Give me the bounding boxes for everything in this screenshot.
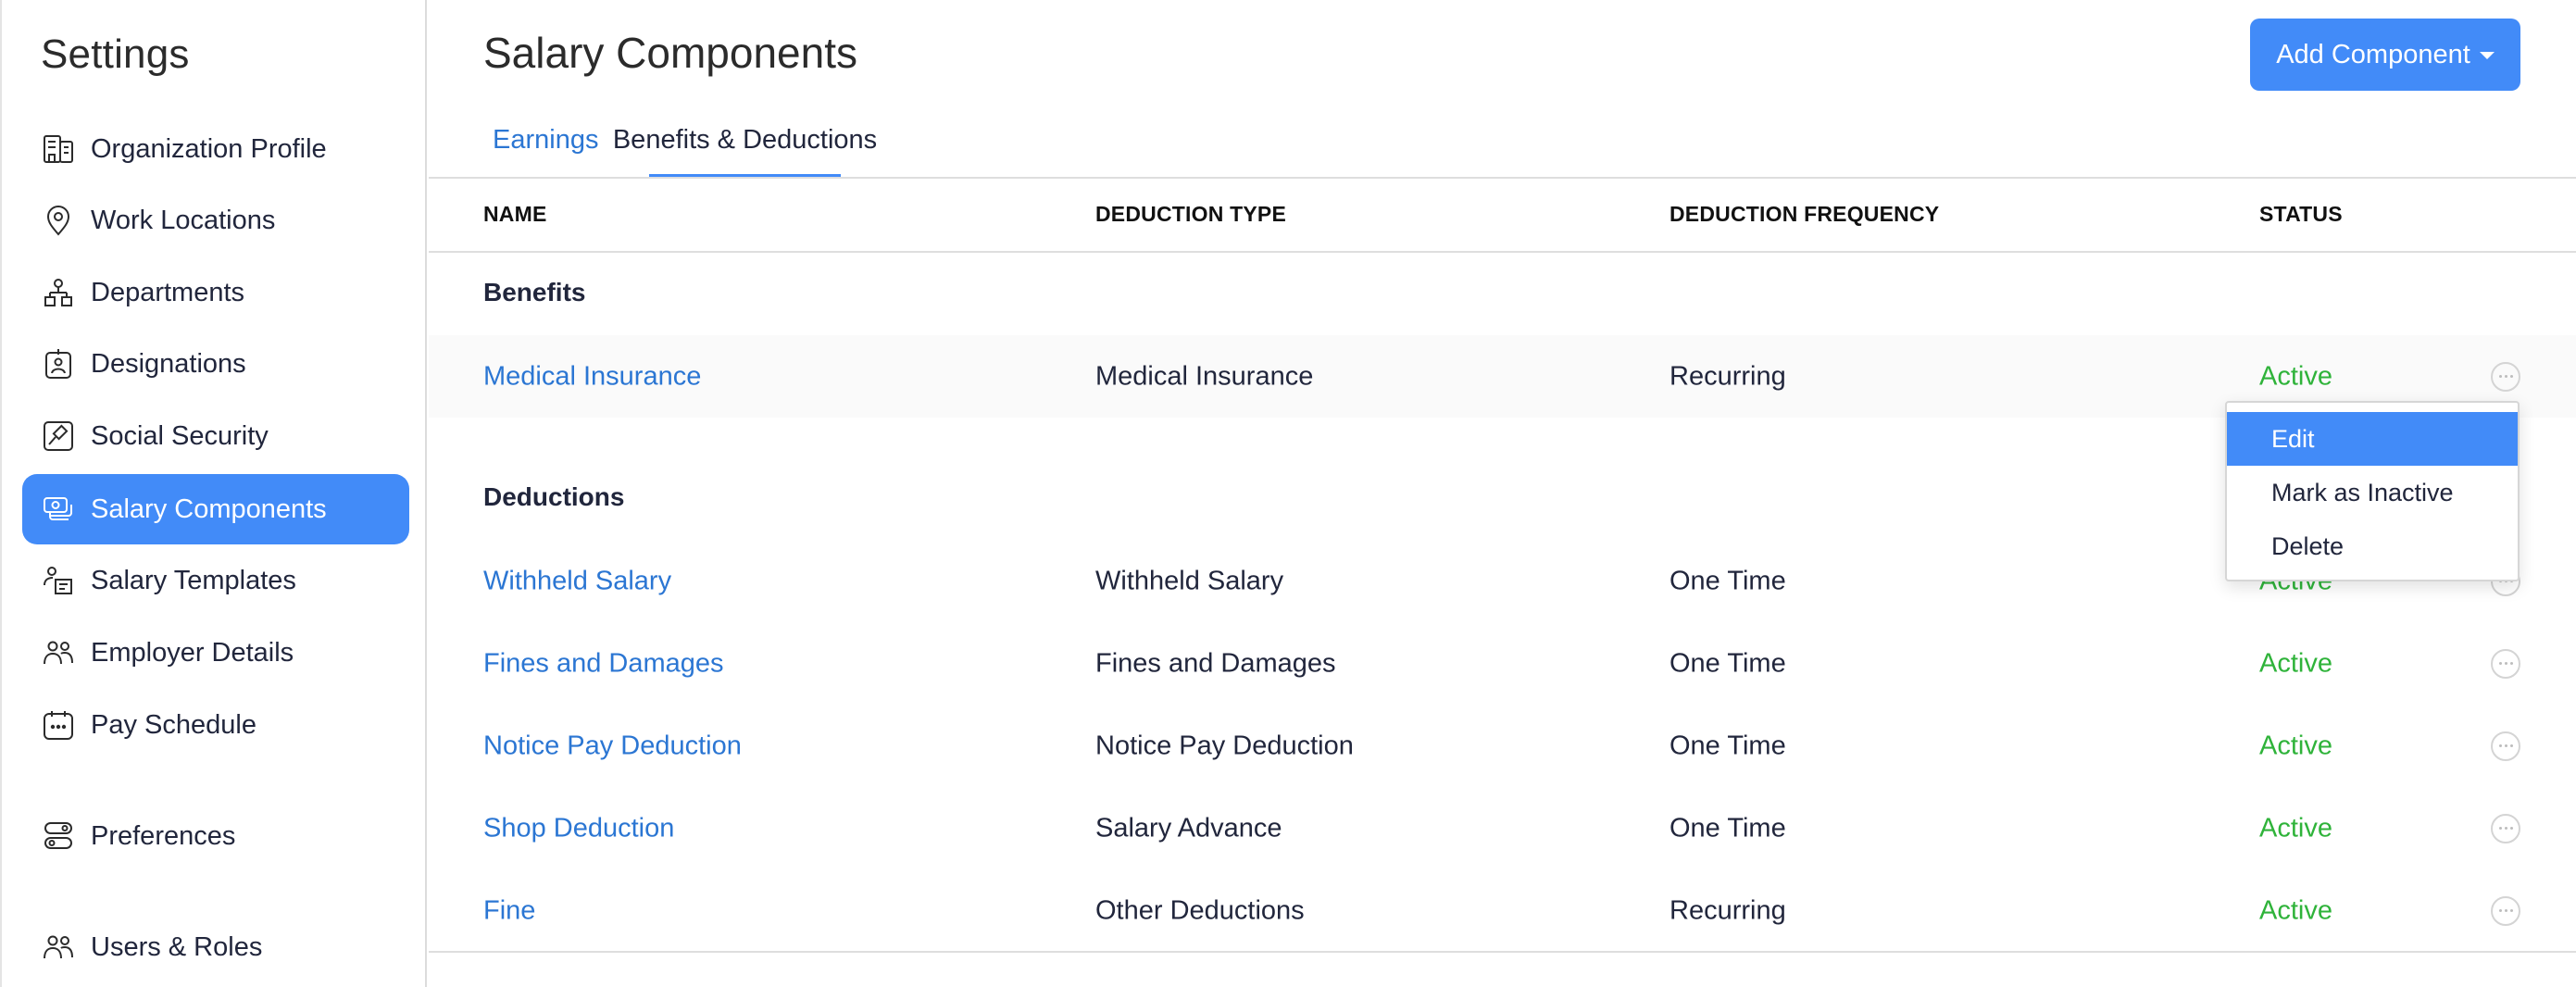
gavel-icon xyxy=(43,420,74,452)
org-chart-icon xyxy=(43,277,74,308)
table-row: Fine Other Deductions Recurring Active xyxy=(429,869,2576,952)
column-header-status: STATUS xyxy=(2259,202,2343,226)
column-header-deduction-type: DEDUCTION TYPE xyxy=(1095,202,1286,226)
toggles-icon xyxy=(43,820,74,852)
status-badge: Active xyxy=(2259,895,2332,925)
settings-sidebar: Settings Organization Profile Work Locat… xyxy=(0,0,427,987)
menu-item-edit[interactable]: Edit xyxy=(2227,412,2518,466)
add-component-button[interactable]: Add Component xyxy=(2250,19,2520,91)
calendar-icon xyxy=(43,709,74,741)
sidebar-item-work-locations[interactable]: Work Locations xyxy=(22,185,409,256)
page-title: Salary Components xyxy=(483,29,857,77)
sidebar-item-preferences[interactable]: Preferences xyxy=(22,801,409,871)
deduction-frequency: One Time xyxy=(1669,813,1786,843)
sidebar-item-users-roles[interactable]: Users & Roles xyxy=(22,912,409,982)
deduction-frequency: One Time xyxy=(1669,566,1786,595)
users-icon xyxy=(43,931,74,963)
component-name-link[interactable]: Notice Pay Deduction xyxy=(483,731,742,761)
main-content: Salary Components Add Component Earnings… xyxy=(429,0,2576,987)
caret-down-icon xyxy=(2479,52,2495,59)
deduction-frequency: One Time xyxy=(1669,731,1786,760)
id-badge-icon xyxy=(43,348,74,380)
section-label-benefits: Benefits xyxy=(483,278,586,306)
sidebar-item-label: Salary Components xyxy=(91,494,327,524)
sidebar-item-salary-templates[interactable]: Salary Templates xyxy=(22,545,409,616)
tab-benefits-deductions[interactable]: Benefits & Deductions xyxy=(613,120,877,178)
deduction-type: Other Deductions xyxy=(1095,895,1305,925)
sidebar-item-departments[interactable]: Departments xyxy=(22,257,409,328)
sidebar-item-label: Designations xyxy=(91,348,246,379)
row-more-options-button[interactable] xyxy=(2491,813,2520,843)
tab-earnings[interactable]: Earnings xyxy=(493,120,598,178)
add-component-label: Add Component xyxy=(2276,39,2470,69)
deduction-frequency: One Time xyxy=(1669,648,1786,678)
row-more-options-button[interactable] xyxy=(2491,648,2520,679)
table-header-divider xyxy=(429,251,2576,253)
deduction-type: Notice Pay Deduction xyxy=(1095,731,1354,760)
table-row: Shop Deduction Salary Advance One Time A… xyxy=(429,787,2576,869)
sidebar-item-label: Departments xyxy=(91,277,245,307)
status-badge: Active xyxy=(2259,813,2332,843)
sidebar-item-pay-schedule[interactable]: Pay Schedule xyxy=(22,690,409,760)
sidebar-item-label: Pay Schedule xyxy=(91,709,256,740)
sidebar-item-label: Users & Roles xyxy=(91,931,263,962)
sidebar-item-label: Work Locations xyxy=(91,205,276,235)
sidebar-item-social-security[interactable]: Social Security xyxy=(22,401,409,471)
component-name-link[interactable]: Medical Insurance xyxy=(483,361,701,392)
deduction-type: Salary Advance xyxy=(1095,813,1282,843)
column-header-name: NAME xyxy=(483,202,547,226)
table-bottom-divider xyxy=(429,951,2576,953)
sidebar-item-salary-components[interactable]: Salary Components xyxy=(22,474,409,544)
menu-item-mark-inactive[interactable]: Mark as Inactive xyxy=(2227,466,2518,519)
deduction-type: Fines and Damages xyxy=(1095,648,1336,678)
sidebar-item-label: Preferences xyxy=(91,820,236,851)
sidebar-item-label: Social Security xyxy=(91,420,269,451)
deduction-type: Withheld Salary xyxy=(1095,566,1284,595)
row-more-options-button[interactable] xyxy=(2491,731,2520,761)
row-more-options-button[interactable] xyxy=(2491,895,2520,926)
deduction-type: Medical Insurance xyxy=(1095,361,1314,391)
map-pin-icon xyxy=(43,205,74,236)
status-badge: Active xyxy=(2259,731,2332,760)
sidebar-item-designations[interactable]: Designations xyxy=(22,329,409,399)
column-header-deduction-frequency: DEDUCTION FREQUENCY xyxy=(1669,202,1940,226)
component-name-link[interactable]: Withheld Salary xyxy=(483,566,671,596)
row-more-options-button[interactable] xyxy=(2491,361,2520,392)
sidebar-item-employer-details[interactable]: Employer Details xyxy=(22,618,409,688)
row-actions-menu: Edit Mark as Inactive Delete xyxy=(2225,401,2520,581)
component-name-link[interactable]: Shop Deduction xyxy=(483,813,674,843)
deduction-frequency: Recurring xyxy=(1669,361,1786,391)
sidebar-item-label: Employer Details xyxy=(91,637,294,668)
table-top-divider xyxy=(429,177,2576,179)
table-row: Notice Pay Deduction Notice Pay Deductio… xyxy=(429,705,2576,787)
users-icon xyxy=(43,637,74,668)
money-cards-icon xyxy=(43,494,74,525)
section-label-deductions: Deductions xyxy=(483,482,625,511)
sidebar-item-label: Salary Templates xyxy=(91,565,296,595)
sidebar-item-organization-profile[interactable]: Organization Profile xyxy=(22,114,409,184)
menu-item-delete[interactable]: Delete xyxy=(2227,519,2518,573)
component-name-link[interactable]: Fines and Damages xyxy=(483,648,724,679)
sidebar-item-label: Organization Profile xyxy=(91,133,327,164)
deduction-frequency: Recurring xyxy=(1669,895,1786,925)
user-template-icon xyxy=(43,565,74,596)
building-icon xyxy=(43,133,74,165)
table-row: Fines and Damages Fines and Damages One … xyxy=(429,622,2576,705)
component-name-link[interactable]: Fine xyxy=(483,895,535,926)
sidebar-title: Settings xyxy=(41,31,190,77)
status-badge: Active xyxy=(2259,361,2332,391)
status-badge: Active xyxy=(2259,648,2332,678)
